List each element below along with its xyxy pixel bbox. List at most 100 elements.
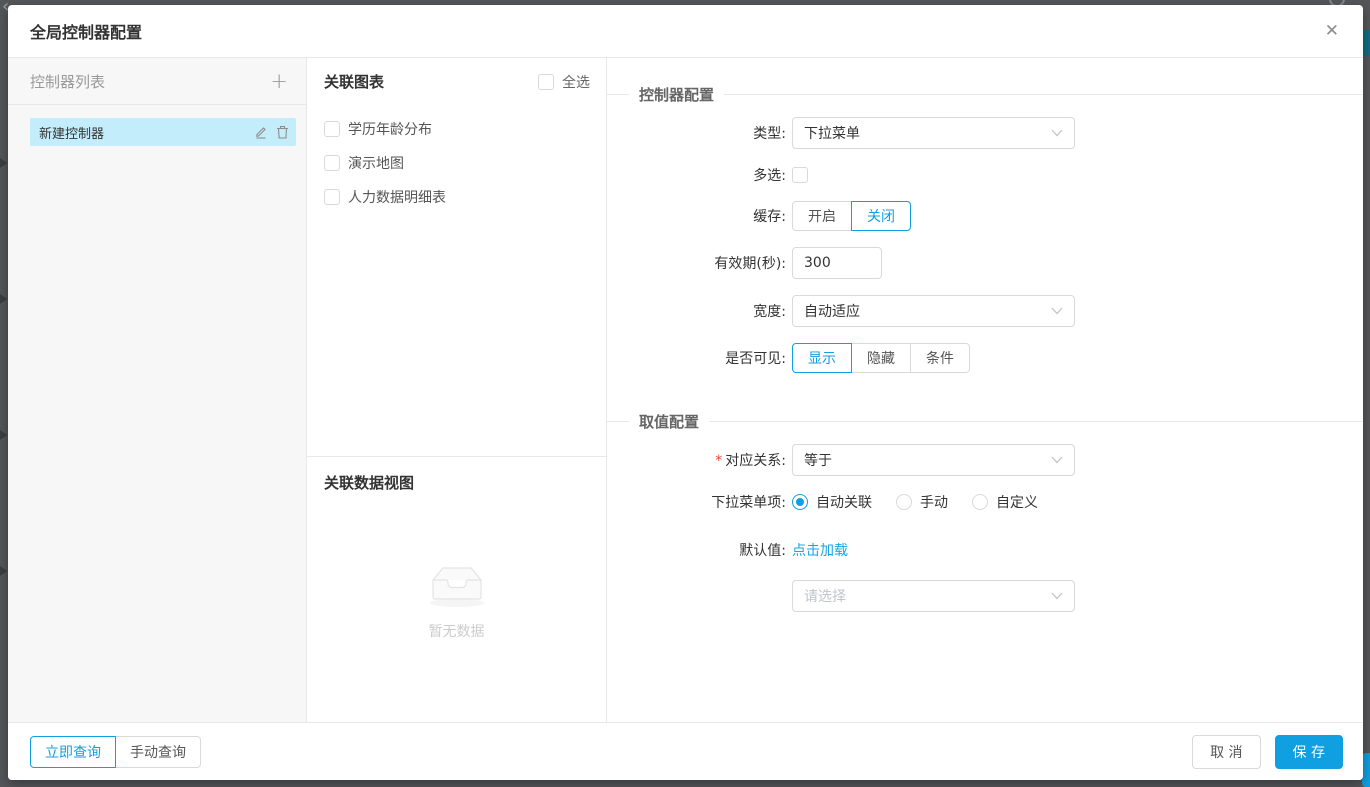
- relation-select[interactable]: 等于: [792, 444, 1075, 476]
- menu-items-label: 下拉菜单项:: [711, 495, 786, 511]
- add-controller-icon[interactable]: +: [270, 70, 288, 92]
- config-section-header: 控制器配置: [607, 84, 1363, 105]
- empty-box-icon: [425, 561, 489, 611]
- save-button[interactable]: 保 存: [1274, 734, 1343, 769]
- radio-icon[interactable]: [792, 494, 808, 510]
- chart-label: 人力数据明细表: [348, 190, 446, 206]
- multi-field-row: 多选:: [607, 165, 1363, 185]
- chart-checkbox[interactable]: [324, 155, 340, 171]
- radio-label: 手动: [920, 495, 948, 511]
- controller-config-panel: 控制器配置 类型: 下拉菜单 多选: 缓存: 开启 关闭 有效期(秒): 300…: [607, 58, 1363, 722]
- type-select-value: 下拉菜单: [804, 126, 860, 142]
- width-label: 宽度:: [753, 304, 786, 320]
- cache-label: 缓存:: [753, 209, 786, 225]
- default-value-controls: 点击加载 请选择: [792, 540, 1075, 612]
- chevron-down-icon: [1051, 125, 1063, 141]
- multi-checkbox[interactable]: [792, 167, 808, 183]
- cache-on-button[interactable]: 开启: [792, 201, 852, 231]
- cache-off-button[interactable]: 关闭: [851, 201, 911, 231]
- menu-items-field-row: 下拉菜单项: 自动关联 手动 自定义: [607, 492, 1363, 512]
- empty-state: 暂无数据: [307, 561, 606, 641]
- chart-label: 学历年龄分布: [348, 122, 432, 138]
- controller-list-item[interactable]: 新建控制器: [30, 118, 296, 146]
- chart-checkbox-row[interactable]: 人力数据明细表: [324, 187, 606, 207]
- chart-checkbox[interactable]: [324, 189, 340, 205]
- query-manual-button[interactable]: 手动查询: [115, 735, 201, 768]
- empty-state-text: 暂无数据: [428, 624, 485, 640]
- close-icon[interactable]: ✕: [1325, 22, 1339, 40]
- linked-charts-section: 关联图表 全选 学历年龄分布 演示地图 人力数据明细表: [307, 58, 606, 457]
- radio-manual[interactable]: 手动: [896, 492, 948, 512]
- default-value-field-row: 默认值: 点击加载 请选择: [607, 540, 1363, 612]
- query-mode-group: 立即查询 手动查询: [30, 735, 201, 768]
- controller-name: 新建控制器: [39, 126, 105, 142]
- query-now-button[interactable]: 立即查询: [30, 735, 116, 768]
- dialog-header: 全局控制器配置 ✕: [8, 5, 1363, 58]
- ttl-label: 有效期(秒):: [714, 256, 786, 272]
- backdrop-triangle: [0, 566, 7, 576]
- delete-icon[interactable]: [276, 125, 289, 139]
- visibility-field-row: 是否可见: 显示 隐藏 条件: [607, 343, 1363, 373]
- select-all-checkbox[interactable]: [538, 73, 554, 90]
- edit-icon[interactable]: [254, 125, 268, 139]
- value-section-header: 取值配置: [607, 411, 1363, 432]
- linked-dataview-section: 关联数据视图 暂无数据: [307, 457, 606, 722]
- chart-checkbox[interactable]: [324, 121, 340, 137]
- width-select-value: 自动适应: [804, 304, 860, 320]
- cache-field-row: 缓存: 开启 关闭: [607, 201, 1363, 231]
- controller-list-header: 控制器列表 +: [8, 58, 306, 105]
- footer-actions: 取 消 保 存: [1192, 734, 1343, 769]
- ttl-field-row: 有效期(秒):: [607, 247, 1363, 279]
- default-value-select[interactable]: 请选择: [792, 580, 1075, 612]
- type-label: 类型:: [753, 126, 786, 142]
- linked-charts-header: 关联图表 全选: [307, 58, 606, 105]
- radio-icon[interactable]: [896, 494, 912, 510]
- config-section-title: 控制器配置: [639, 86, 715, 104]
- type-select[interactable]: 下拉菜单: [792, 117, 1075, 149]
- controller-list-title: 控制器列表: [30, 72, 106, 91]
- backdrop-triangle: [0, 430, 7, 440]
- radio-icon[interactable]: [972, 494, 988, 510]
- width-select[interactable]: 自动适应: [792, 295, 1075, 327]
- backdrop-triangle: [0, 294, 7, 304]
- load-values-link[interactable]: 点击加载: [792, 540, 1075, 560]
- visibility-show-button[interactable]: 显示: [792, 343, 852, 373]
- controller-list-panel: 控制器列表 + 新建控制器: [8, 58, 307, 722]
- ttl-input[interactable]: [792, 247, 882, 279]
- radio-custom[interactable]: 自定义: [972, 492, 1038, 512]
- width-field-row: 宽度: 自动适应: [607, 295, 1363, 327]
- chart-checkbox-row[interactable]: 学历年龄分布: [324, 119, 606, 139]
- type-field-row: 类型: 下拉菜单: [607, 117, 1363, 149]
- cancel-button[interactable]: 取 消: [1192, 734, 1261, 769]
- linked-charts-panel: 关联图表 全选 学历年龄分布 演示地图 人力数据明细表 关联数据视图 暂无数据: [307, 58, 607, 722]
- backdrop-button-fragment: [1362, 753, 1370, 787]
- relation-label-text: 对应关系:: [725, 453, 786, 469]
- select-all-label: 全选: [562, 74, 590, 91]
- default-value-placeholder: 请选择: [804, 589, 846, 605]
- dialog-title: 全局控制器配置: [30, 23, 143, 42]
- linked-dataview-title: 关联数据视图: [324, 474, 415, 492]
- radio-label: 自定义: [996, 495, 1038, 511]
- chevron-down-icon: [1051, 452, 1063, 468]
- select-all-control[interactable]: 全选: [538, 72, 590, 92]
- multi-label: 多选:: [753, 168, 786, 184]
- required-mark: *: [715, 453, 723, 469]
- chevron-down-icon: [1051, 303, 1063, 319]
- visibility-conditional-button[interactable]: 条件: [910, 343, 970, 373]
- relation-label: * 对应关系:: [607, 450, 792, 470]
- cache-toggle-group: 开启 关闭: [792, 201, 911, 231]
- radio-label: 自动关联: [816, 495, 872, 511]
- visibility-hide-button[interactable]: 隐藏: [851, 343, 911, 373]
- radio-auto-link[interactable]: 自动关联: [792, 492, 872, 512]
- chevron-down-icon: [1051, 588, 1063, 604]
- chart-label: 演示地图: [348, 156, 404, 172]
- menu-items-radio-group: 自动关联 手动 自定义: [792, 492, 1038, 512]
- default-value-label: 默认值:: [739, 543, 786, 559]
- dialog-body: 控制器列表 + 新建控制器 关联图表 全选 学历年龄分布 演示地图 人力数据明细…: [8, 58, 1363, 722]
- chart-checkbox-row[interactable]: 演示地图: [324, 153, 606, 173]
- visibility-toggle-group: 显示 隐藏 条件: [792, 343, 970, 373]
- value-section-title: 取值配置: [639, 413, 700, 431]
- global-controller-config-dialog: 全局控制器配置 ✕ 控制器列表 + 新建控制器 关联图表 全选 学历年龄分布 演…: [8, 5, 1363, 780]
- relation-field-row: * 对应关系: 等于: [607, 444, 1363, 476]
- visibility-label: 是否可见:: [725, 351, 786, 367]
